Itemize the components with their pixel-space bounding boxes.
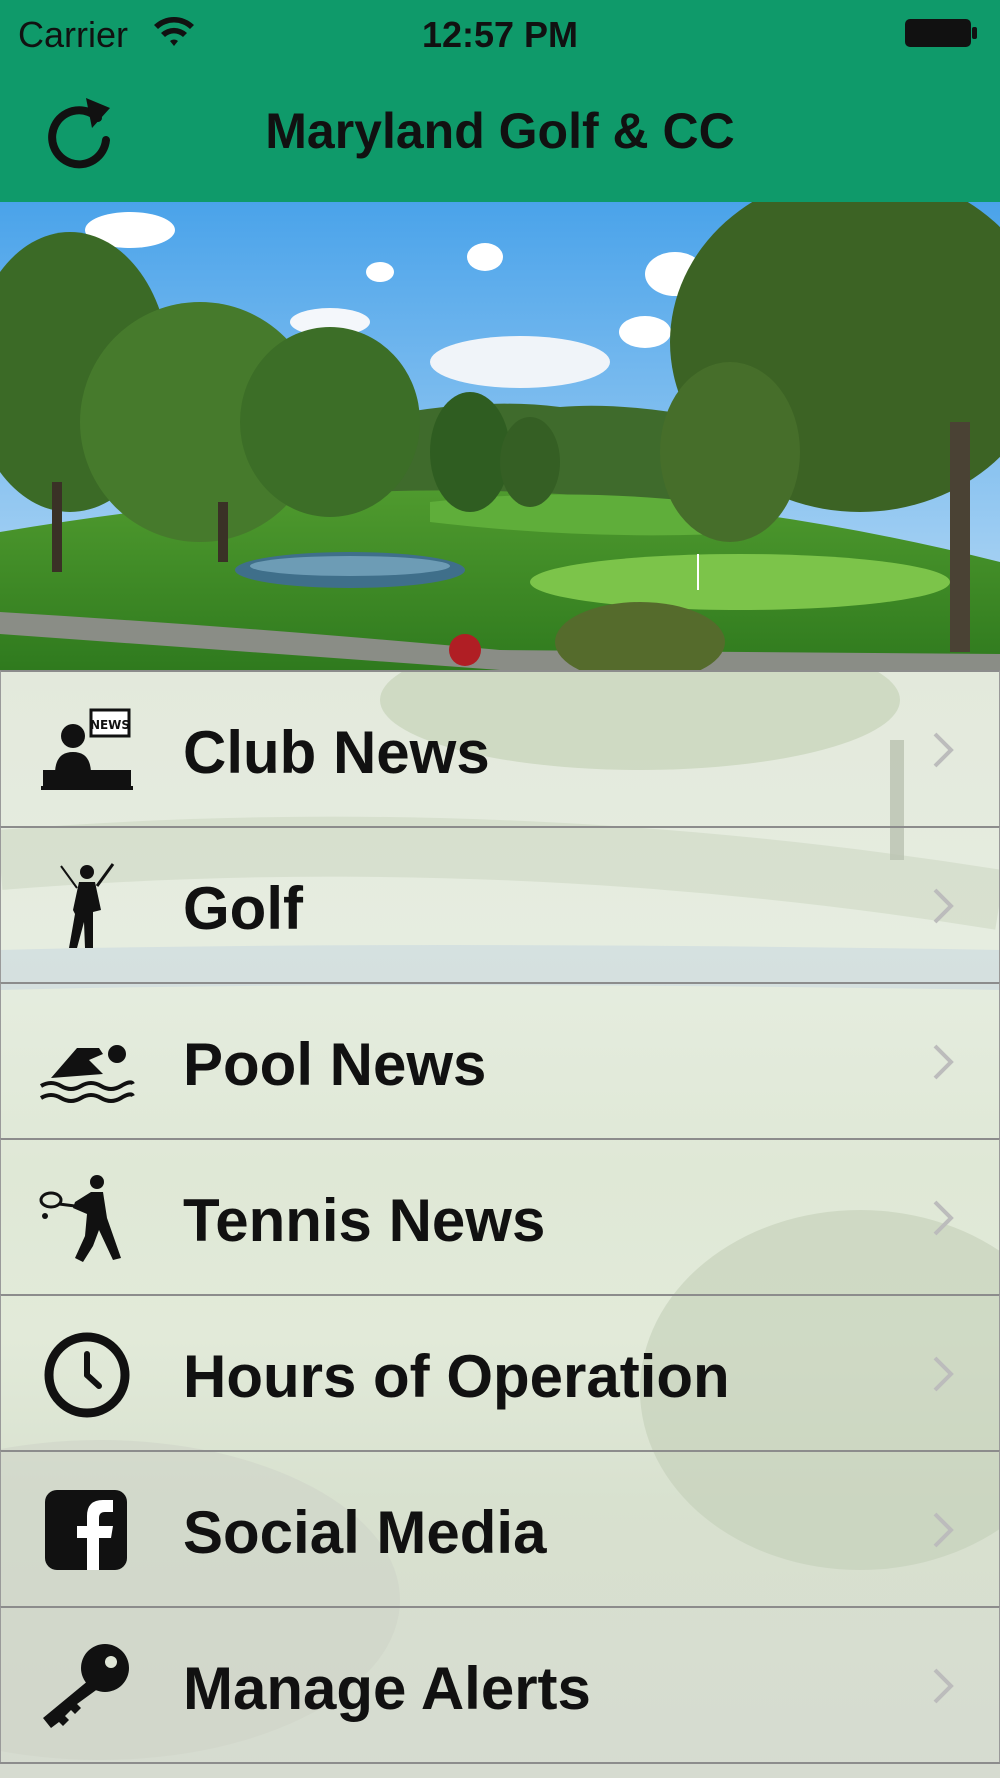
- menu-item-label: Social Media: [183, 1499, 547, 1566]
- menu-item-social-media[interactable]: Social Media: [0, 1450, 1000, 1606]
- golfer-icon: [60, 863, 115, 948]
- menu-item-label: Pool News: [183, 1031, 487, 1098]
- status-time: 12:57 PM: [421, 14, 579, 55]
- chevron-right-icon: [933, 1044, 954, 1080]
- chevron-right-icon: [933, 1200, 954, 1236]
- chevron-right-icon: [933, 1668, 954, 1704]
- nav-bar: Maryland Golf & CC: [0, 66, 1000, 202]
- menu-item-club-news[interactable]: NEWS Club News: [0, 670, 1000, 826]
- menu-item-tennis-news[interactable]: Tennis News: [0, 1138, 1000, 1294]
- battery-icon: [905, 19, 977, 47]
- svg-text:NEWS: NEWS: [90, 718, 130, 732]
- chevron-right-icon: [933, 732, 954, 768]
- chevron-right-icon: [933, 1512, 954, 1548]
- menu-item-label: Club News: [183, 719, 490, 786]
- clock-icon: [44, 1332, 130, 1418]
- menu-item-label: Hours of Operation: [183, 1343, 730, 1410]
- news-anchor-icon: NEWS: [41, 708, 133, 790]
- main-menu: NEWS Club News Golf Pool News Tennis New…: [0, 670, 1000, 1778]
- facebook-icon: [45, 1490, 127, 1570]
- menu-item-golf[interactable]: Golf: [0, 826, 1000, 982]
- golf-course-photo: [0, 202, 1000, 670]
- tennis-player-icon: [39, 1175, 121, 1262]
- swimmer-icon: [39, 1045, 135, 1103]
- key-icon: [43, 1644, 129, 1728]
- menu-item-label: Tennis News: [183, 1187, 546, 1254]
- list-divider: [0, 1762, 1000, 1764]
- chevron-right-icon: [933, 1356, 954, 1392]
- menu-item-label: Manage Alerts: [183, 1655, 591, 1722]
- chevron-right-icon: [933, 888, 954, 924]
- status-bar: Carrier 12:57 PM: [0, 0, 1000, 66]
- menu-item-label: Golf: [183, 875, 303, 942]
- menu-item-hours-of-operation[interactable]: Hours of Operation: [0, 1294, 1000, 1450]
- nav-title: Maryland Golf & CC: [265, 103, 735, 159]
- menu-item-manage-alerts[interactable]: Manage Alerts: [0, 1606, 1000, 1762]
- menu-item-pool-news[interactable]: Pool News: [0, 982, 1000, 1138]
